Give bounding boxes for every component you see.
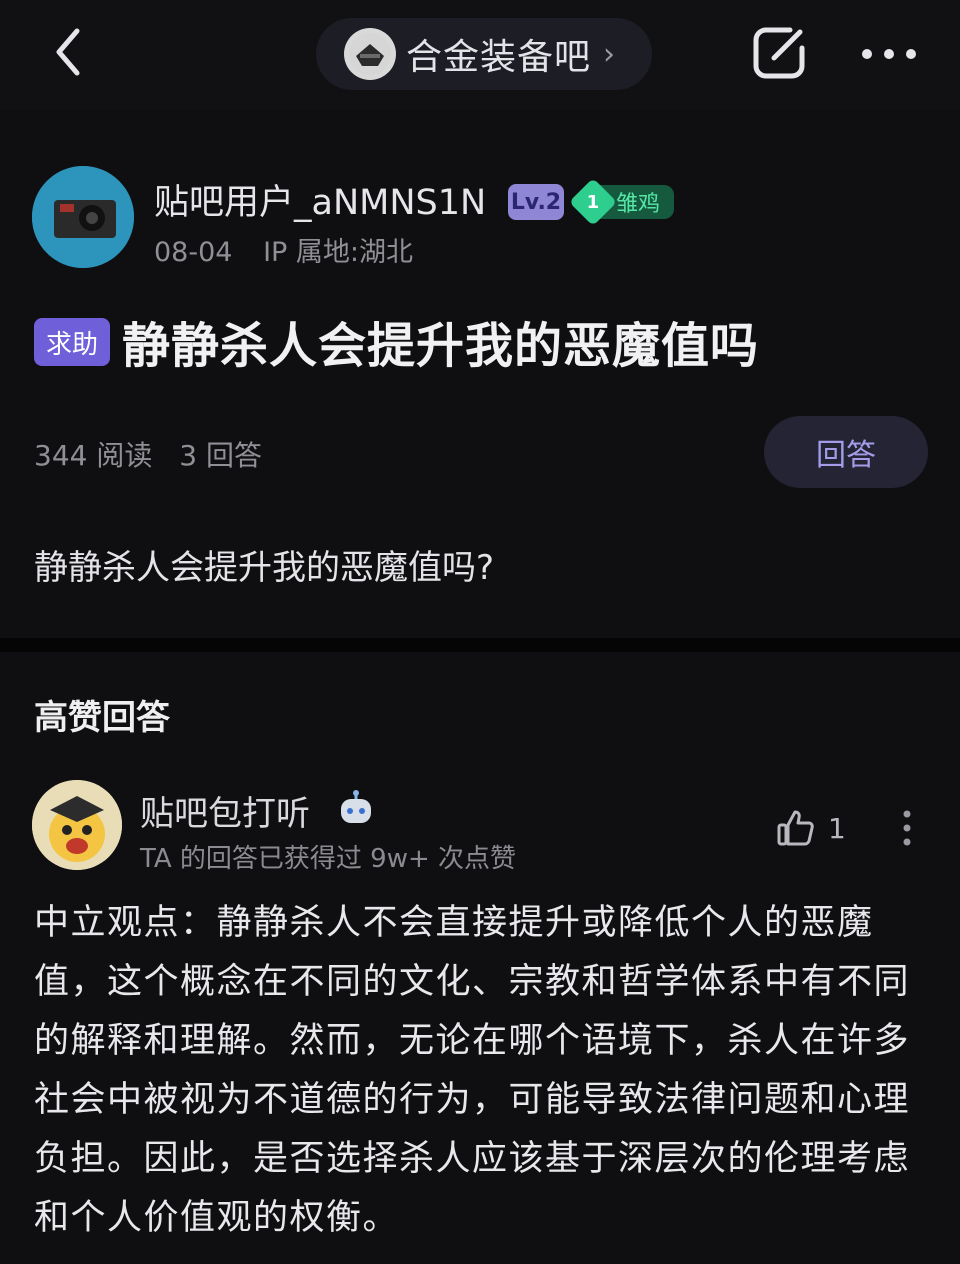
help-tag: 求助 xyxy=(34,318,110,366)
reply-button[interactable]: 回答 xyxy=(764,416,928,488)
author-name[interactable]: 贴吧用户_aNMNS1N xyxy=(154,174,486,225)
vertical-dots-icon xyxy=(903,810,911,846)
like-button[interactable]: 1 xyxy=(776,804,846,852)
answer-author-name[interactable]: 贴吧包打听 xyxy=(140,786,310,835)
share-icon xyxy=(753,27,805,79)
answer-avatar[interactable] xyxy=(32,780,122,870)
back-arrow-icon xyxy=(56,28,80,76)
answer-author-stats: TA 的回答已获得过 9w+ 次点赞 xyxy=(140,844,517,874)
share-button[interactable] xyxy=(748,22,810,84)
level-badge: Lv.2 xyxy=(508,184,564,220)
answer-count: 3 回答 xyxy=(179,439,262,472)
chevron-right-icon: › xyxy=(603,36,616,72)
author-avatar[interactable] xyxy=(32,166,134,268)
ip-location: IP 属地:湖北 xyxy=(263,237,413,268)
top-bar: 合金装备吧 › xyxy=(0,0,960,110)
section-divider xyxy=(0,638,960,652)
more-dots-icon xyxy=(862,49,916,59)
post-meta: 08-04 IP 属地:湖北 xyxy=(154,230,435,269)
answer-text: 中立观点：静静杀人不会直接提升或降低个人的恶魔值，这个概念在不同的文化、宗教和哲… xyxy=(34,903,911,1238)
answer-more-button[interactable] xyxy=(890,804,924,852)
forum-link[interactable]: 合金装备吧 › xyxy=(316,18,652,90)
top-answers-title: 高赞回答 xyxy=(34,698,170,738)
post-title: 静静杀人会提升我的恶魔值吗 xyxy=(122,318,760,374)
thumbs-up-icon xyxy=(777,810,814,846)
post-stats: 344 阅读 3 回答 xyxy=(34,434,280,474)
rank-badge: 1 雏鸡 xyxy=(568,177,675,227)
back-button[interactable] xyxy=(44,22,92,82)
more-button[interactable] xyxy=(858,34,920,74)
robot-icon xyxy=(336,790,376,830)
forum-logo-icon xyxy=(344,28,396,80)
post-date: 08-04 xyxy=(154,237,233,268)
post-body: 静静杀人会提升我的恶魔值吗? xyxy=(34,548,495,588)
forum-name: 合金装备吧 xyxy=(406,37,592,78)
read-count: 344 阅读 xyxy=(34,439,153,472)
like-count: 1 xyxy=(828,811,846,845)
